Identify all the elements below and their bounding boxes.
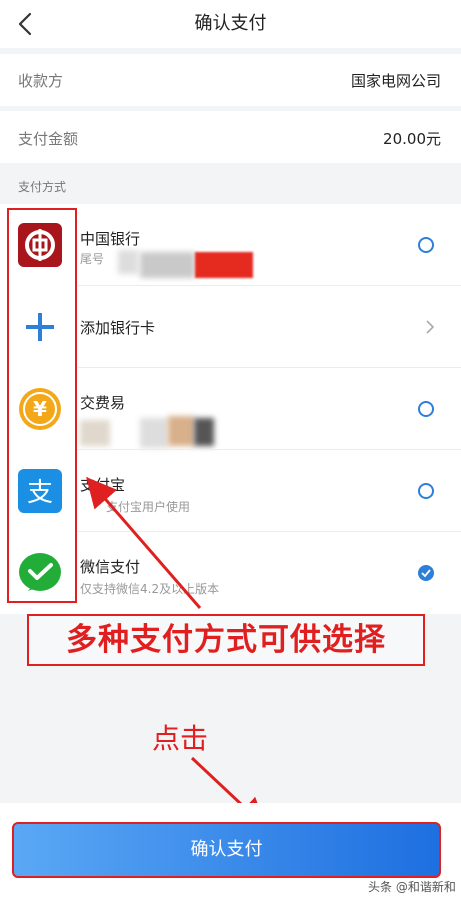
annotation-banner-text: 多种支付方式可供选择	[66, 622, 386, 658]
watermark-text: 头条 @和谐新和	[368, 880, 456, 894]
annotation-arrows	[86, 476, 267, 829]
annotation-click-text: 点击	[152, 722, 209, 755]
annotation-arrow-up	[86, 476, 202, 609]
confirm-pay-button[interactable]: 确认支付	[12, 822, 441, 878]
